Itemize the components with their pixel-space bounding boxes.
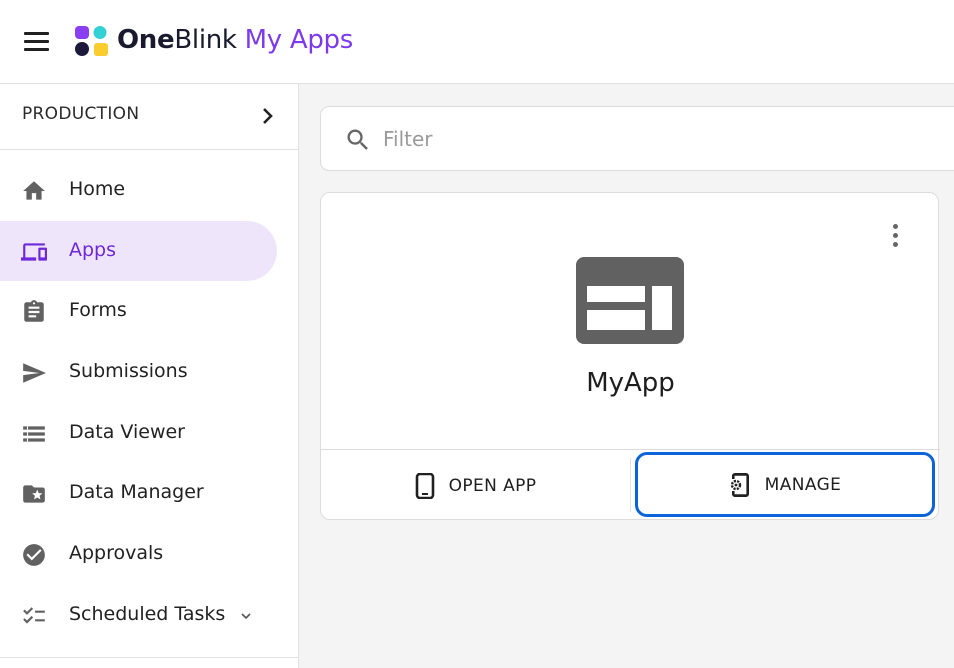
actions-divider <box>630 458 631 512</box>
sidebar-item-label: Submissions <box>69 360 188 383</box>
folder-star-icon <box>23 485 45 504</box>
environment-selector[interactable]: PRODUCTION <box>0 84 298 150</box>
sidebar-item-data-manager[interactable]: Data Manager <box>0 463 277 524</box>
filter-bar[interactable] <box>320 106 954 171</box>
oneblink-logo-icon <box>75 26 108 56</box>
send-icon <box>23 363 46 383</box>
filter-input[interactable] <box>383 119 943 159</box>
sidebar-item-apps[interactable]: Apps <box>0 220 277 282</box>
web-layout-icon <box>576 257 684 344</box>
app-name: MyApp <box>586 368 675 398</box>
app-card: MyApp OPEN APP MANAGE <box>320 192 940 520</box>
open-app-button[interactable]: OPEN APP <box>321 450 630 521</box>
sidebar: PRODUCTION Home Apps Forms Submissions D… <box>0 84 299 668</box>
sidebar-item-label: Data Viewer <box>69 420 185 443</box>
sidebar-item-forms[interactable]: Forms <box>0 281 277 342</box>
search-icon <box>347 129 368 150</box>
sidebar-item-approvals[interactable]: Approvals <box>0 524 277 585</box>
sidebar-item-submissions[interactable]: Submissions <box>0 342 277 403</box>
brand-product: My Apps <box>236 25 354 55</box>
phone-settings-icon <box>730 472 749 497</box>
brand-blink: Blink <box>174 25 237 55</box>
chevron-down-icon <box>241 613 251 619</box>
card-actions: OPEN APP MANAGE <box>321 449 940 520</box>
open-app-label: OPEN APP <box>448 475 537 496</box>
checklist-icon <box>23 607 45 624</box>
clipboard-icon <box>24 300 44 323</box>
sidebar-divider <box>0 657 298 658</box>
sidebar-nav: Home Apps Forms Submissions Data Viewer … <box>0 160 298 646</box>
devices-icon <box>21 243 47 261</box>
manage-button[interactable]: MANAGE <box>635 452 935 517</box>
app-header: OneBlink My Apps <box>0 0 954 84</box>
sidebar-item-label: Home <box>69 178 126 200</box>
sidebar-item-scheduled-tasks[interactable]: Scheduled Tasks <box>0 585 277 646</box>
sidebar-item-home[interactable]: Home <box>0 160 277 221</box>
brand-title: OneBlink My Apps <box>117 22 353 58</box>
sidebar-item-label: Approvals <box>69 542 164 565</box>
environment-label: PRODUCTION <box>22 104 140 124</box>
sidebar-item-label: Scheduled Tasks <box>69 602 226 625</box>
chevron-right-icon <box>263 108 273 124</box>
more-options-icon[interactable] <box>883 221 907 251</box>
brand-one: One <box>117 25 175 55</box>
list-view-icon <box>23 426 45 442</box>
main-content: MyApp OPEN APP MANAGE <box>299 84 954 668</box>
sidebar-item-label: Data Manager <box>69 481 204 504</box>
sidebar-item-label: Forms <box>69 299 127 322</box>
home-icon <box>23 181 45 200</box>
hamburger-menu-icon[interactable] <box>21 28 53 54</box>
manage-label: MANAGE <box>764 474 842 495</box>
sidebar-item-data-viewer[interactable]: Data Viewer <box>0 403 277 464</box>
sidebar-item-label: Apps <box>69 238 117 261</box>
check-circle-icon <box>23 544 45 566</box>
smartphone-icon <box>415 472 434 499</box>
